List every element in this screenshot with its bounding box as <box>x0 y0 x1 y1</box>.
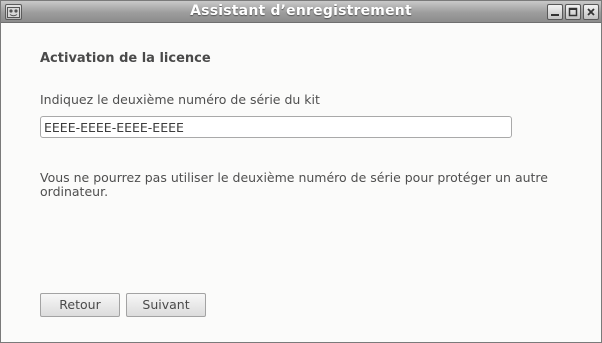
serial-prompt-label: Indiquez le deuxième numéro de série du … <box>40 92 320 107</box>
minimize-icon <box>551 14 559 16</box>
section-heading: Activation de la licence <box>40 51 211 66</box>
maximize-icon <box>568 7 578 17</box>
next-button[interactable]: Suivant <box>126 293 206 317</box>
maximize-button[interactable] <box>565 4 581 20</box>
window-title: Assistant d’enregistrement <box>190 3 412 19</box>
close-button[interactable] <box>583 4 599 20</box>
minimize-button[interactable] <box>547 4 563 20</box>
info-note: Vous ne pourrez pas utiliser le deuxième… <box>40 170 548 199</box>
title-bar[interactable]: Assistant d’enregistrement <box>1 1 601 23</box>
close-icon <box>587 8 595 16</box>
serial-number-input[interactable] <box>40 116 512 138</box>
registration-window: Assistant d’enregistrement Activation de… <box>0 0 602 343</box>
back-button[interactable]: Retour <box>40 293 120 317</box>
